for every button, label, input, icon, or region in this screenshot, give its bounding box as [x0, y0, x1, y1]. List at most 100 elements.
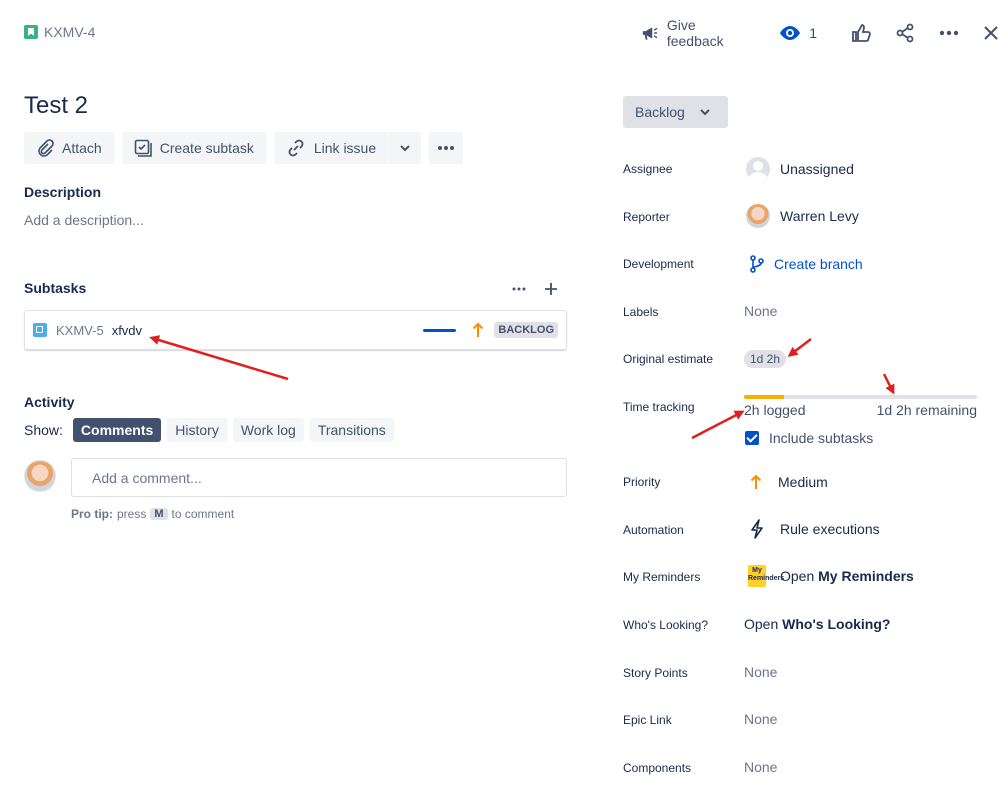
- more-icon: [512, 287, 526, 291]
- activity-filter: Show: Comments History Work log Transiti…: [24, 418, 394, 442]
- whos-looking-value: Open Who's Looking?: [744, 616, 890, 632]
- shortcut-key: M: [150, 508, 168, 520]
- my-reminders-bold: My Reminders: [818, 568, 914, 584]
- description-field[interactable]: Add a description...: [24, 212, 144, 228]
- create-branch-value: Create branch: [774, 256, 863, 272]
- original-estimate-value: 1d 2h: [744, 350, 787, 368]
- pro-tip: Pro tip: press M to comment: [71, 507, 234, 521]
- add-comment-input[interactable]: Add a comment...: [71, 458, 567, 497]
- unassigned-avatar: [746, 157, 770, 181]
- issue-toolbar: Give feedback 1: [640, 17, 999, 49]
- my-reminders-value: Open My Reminders: [780, 568, 914, 584]
- my-reminders-field[interactable]: My Reminders Open My Reminders: [748, 565, 914, 587]
- reporter-label: Reporter: [623, 210, 670, 224]
- labels-value[interactable]: None: [744, 303, 777, 319]
- components-label: Components: [623, 761, 692, 775]
- megaphone-icon: [642, 27, 658, 40]
- link-issue-group: Link issue: [273, 132, 422, 164]
- issue-action-bar: Attach Create subtask Link issue: [24, 132, 464, 164]
- share-button[interactable]: [895, 23, 915, 43]
- attach-button[interactable]: Attach: [24, 132, 114, 164]
- story-points-value[interactable]: None: [744, 664, 777, 680]
- automation-label: Automation: [623, 523, 684, 537]
- show-label: Show:: [24, 422, 63, 438]
- assignee-field[interactable]: Unassigned: [746, 157, 854, 181]
- priority-field[interactable]: Medium: [750, 474, 828, 490]
- lightning-icon: [751, 519, 763, 539]
- link-issue-button[interactable]: Link issue: [273, 132, 389, 164]
- subtask-progress-bar: [423, 328, 457, 332]
- time-logged-fill: [744, 395, 784, 399]
- tab-history[interactable]: History: [167, 418, 227, 442]
- pro-tip-label: Pro tip:: [71, 507, 113, 521]
- link-issue-dropdown[interactable]: [389, 132, 422, 164]
- assignee-label: Assignee: [623, 162, 673, 176]
- original-estimate-field[interactable]: 1d 2h: [744, 350, 787, 368]
- time-tracking-bar[interactable]: [744, 395, 977, 399]
- share-icon: [896, 23, 914, 43]
- epic-link-label: Epic Link: [623, 713, 672, 727]
- subtasks-heading: Subtasks: [24, 280, 87, 296]
- subtask-summary[interactable]: xfvdv: [112, 323, 142, 338]
- create-subtask-label: Create subtask: [159, 140, 254, 156]
- issue-title[interactable]: Test 2: [24, 92, 88, 120]
- create-subtask-button[interactable]: Create subtask: [121, 132, 266, 164]
- reporter-field[interactable]: Warren Levy: [746, 204, 859, 228]
- subtask-key[interactable]: KXMV-5: [56, 323, 104, 338]
- time-logged-value: 2h logged: [744, 402, 806, 418]
- my-reminders-open: Open: [780, 568, 815, 584]
- subtask-row[interactable]: KXMV-5 xfvdv BACKLOG: [24, 310, 567, 350]
- priority-label: Priority: [623, 475, 661, 489]
- more-issue-actions-button[interactable]: [429, 132, 464, 164]
- whos-looking-label: Who's Looking?: [623, 618, 709, 632]
- whos-looking-field[interactable]: Open Who's Looking?: [744, 616, 890, 632]
- priority-medium-icon: [750, 474, 762, 489]
- current-user-avatar: [24, 460, 56, 492]
- original-estimate-label: Original estimate: [623, 352, 714, 366]
- subtask-meta: BACKLOG: [423, 322, 558, 338]
- create-branch-link[interactable]: Create branch: [750, 255, 863, 273]
- chevron-down-icon: [400, 145, 410, 152]
- time-remaining-value: 1d 2h remaining: [876, 402, 977, 418]
- more-actions-button[interactable]: [939, 30, 959, 36]
- more-icon: [438, 146, 455, 150]
- subtask-icon: [134, 139, 152, 157]
- components-value[interactable]: None: [744, 759, 777, 775]
- whos-looking-bold: Who's Looking?: [782, 616, 891, 632]
- add-subtask-button[interactable]: [544, 280, 558, 298]
- pro-tip-suffix: to comment: [171, 507, 235, 521]
- reporter-avatar: [746, 204, 770, 228]
- include-subtasks-checkbox[interactable]: Include subtasks: [745, 430, 873, 446]
- checkbox-checked-icon: [745, 431, 759, 445]
- time-tracking-label: Time tracking: [623, 400, 695, 414]
- status-label: Backlog: [635, 104, 685, 120]
- vote-button[interactable]: [851, 23, 871, 43]
- priority-value: Medium: [778, 474, 828, 490]
- tab-work-log[interactable]: Work log: [232, 418, 304, 442]
- give-feedback-button[interactable]: Give feedback: [640, 17, 751, 49]
- automation-field[interactable]: Rule executions: [750, 519, 880, 539]
- link-icon: [288, 139, 304, 157]
- give-feedback-label: Give feedback: [666, 17, 724, 49]
- assignee-value: Unassigned: [780, 161, 854, 177]
- whos-looking-open: Open: [744, 616, 779, 632]
- subtasks-actions: [512, 280, 558, 298]
- automation-value: Rule executions: [780, 521, 880, 537]
- status-dropdown[interactable]: Backlog: [623, 96, 728, 128]
- branch-icon: [750, 255, 764, 273]
- close-button[interactable]: [983, 25, 999, 41]
- subtasks-more-button[interactable]: [512, 280, 526, 298]
- annotation-arrow: [691, 410, 745, 440]
- issue-key-link[interactable]: KXMV-4: [44, 24, 95, 40]
- reporter-value: Warren Levy: [780, 208, 859, 224]
- watchers-button[interactable]: 1: [779, 25, 817, 41]
- tab-comments[interactable]: Comments: [72, 418, 162, 442]
- epic-link-value[interactable]: None: [744, 711, 777, 727]
- watch-count: 1: [809, 25, 817, 41]
- development-label: Development: [623, 257, 694, 271]
- tab-transitions[interactable]: Transitions: [309, 418, 394, 442]
- subtask-status-badge[interactable]: BACKLOG: [494, 322, 558, 338]
- paperclip-icon: [38, 139, 54, 157]
- reminders-icon: My Reminders: [748, 565, 784, 587]
- close-icon: [984, 26, 998, 40]
